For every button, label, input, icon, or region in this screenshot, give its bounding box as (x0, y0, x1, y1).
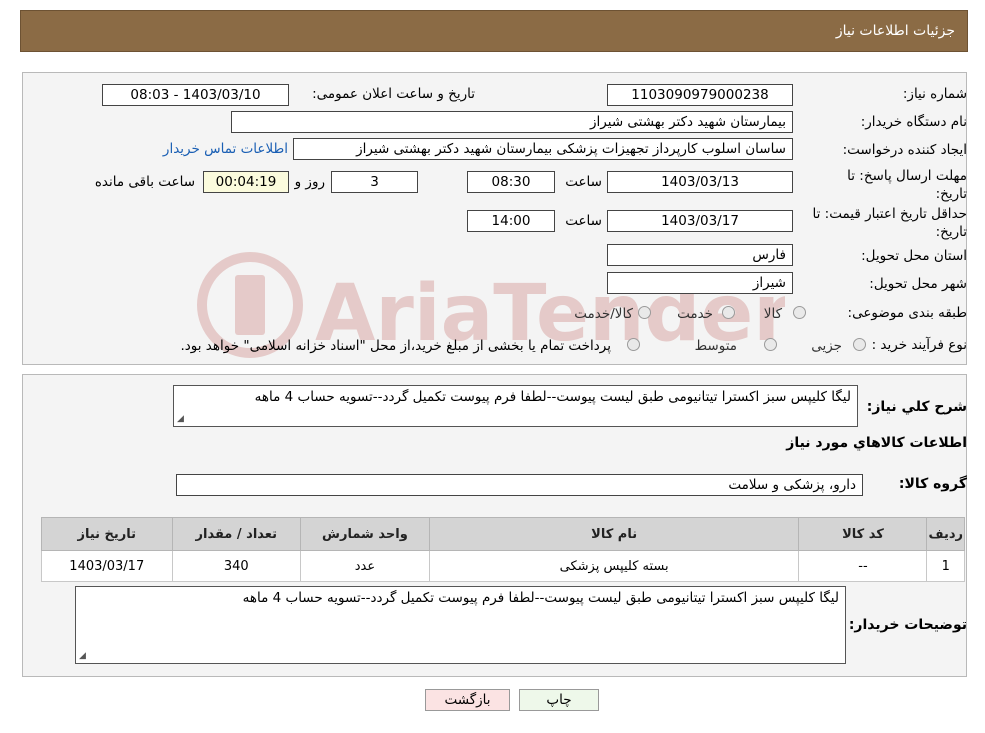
print-button[interactable]: چاپ (519, 689, 599, 711)
process-label: نوع فرآیند خرید : (871, 337, 967, 353)
category-radio-goods-service[interactable] (638, 306, 651, 319)
requester-label: ایجاد کننده درخواست: (842, 142, 967, 158)
remaining-time-label: ساعت باقی مانده (94, 174, 195, 190)
goods-group-label: گروه کالا: (898, 476, 967, 492)
city-field: شیراز (607, 272, 793, 294)
process-treasury-note: پرداخت تمام یا بخشی از مبلغ خرید،از محل … (180, 338, 611, 354)
col-unit-header: واحد شمارش (299, 517, 430, 551)
col-date-header: تاریخ نیاز (41, 517, 173, 551)
price-validity-time: 14:00 (467, 210, 555, 232)
announce-datetime-label: تاریخ و ساعت اعلان عمومی: (312, 86, 475, 102)
reply-deadline-label-2: تاریخ: (935, 186, 967, 202)
reply-deadline-label: مهلت ارسال پاسخ: تا (847, 168, 967, 184)
category-radio-goods[interactable] (793, 306, 806, 319)
price-validity-date: 1403/03/17 (607, 210, 793, 232)
goods-group-field: دارو، پزشکی و سلامت (176, 474, 863, 496)
buyer-contact-link[interactable]: اطلاعات تماس خریدار (163, 141, 288, 157)
need-number-label: شماره نیاز: (902, 86, 967, 102)
resize-grip-icon[interactable]: ◢ (79, 651, 86, 661)
resize-grip-icon[interactable]: ◢ (177, 414, 184, 424)
summary-text: لیگا کلیپس سبز اکسترا تیتانیومی طبق لیست… (254, 389, 851, 405)
buyer-notes-text: لیگا کلیپس سبز اکسترا تیتانیومی طبق لیست… (242, 590, 839, 606)
reply-deadline-time-label: ساعت (565, 174, 602, 190)
process-radio-treasury[interactable] (627, 338, 640, 351)
process-option-minor: جزیی (811, 338, 842, 354)
reply-days-label: روز و (294, 174, 325, 190)
goods-info-title: اطلاعات کالاهاي مورد نياز (786, 435, 967, 451)
process-radio-minor[interactable] (853, 338, 866, 351)
reply-deadline-date: 1403/03/13 (607, 171, 793, 193)
page-header: جزئیات اطلاعات نیاز (20, 10, 968, 52)
price-validity-label-2: تاریخ: (935, 224, 967, 240)
reply-deadline-time: 08:30 (467, 171, 555, 193)
price-validity-label: حداقل تاریخ اعتبار قیمت: تا (812, 206, 967, 222)
goods-table: ردیف کد کالا نام کالا واحد شمارش تعداد /… (41, 517, 965, 582)
page-title: جزئیات اطلاعات نیاز (835, 23, 955, 39)
cell-code: -- (798, 550, 928, 582)
cell-row: 1 (926, 550, 965, 582)
province-field: فارس (607, 244, 793, 266)
process-option-medium: متوسط (694, 338, 737, 354)
need-number-field: 1103090979000238 (607, 84, 793, 106)
category-option-service: خدمت (677, 306, 713, 322)
summary-label: شرح کلي نياز: (866, 399, 967, 415)
goods-table-header: ردیف کد کالا نام کالا واحد شمارش تعداد /… (41, 517, 965, 551)
category-label: طبقه بندی موضوعی: (847, 305, 967, 321)
reply-days-field: 3 (331, 171, 418, 193)
cell-date: 1403/03/17 (41, 550, 173, 582)
buyer-org-label: نام دستگاه خریدار: (860, 114, 967, 130)
remaining-time-field: 00:04:19 (203, 171, 289, 193)
buyer-notes-field: لیگا کلیپس سبز اکسترا تیتانیومی طبق لیست… (75, 586, 846, 664)
cell-name: بسته کلیپس پزشکی (428, 550, 800, 582)
col-name-header: نام کالا (428, 517, 800, 551)
process-radio-medium[interactable] (764, 338, 777, 351)
buyer-org-field: بیمارستان شهید دکتر بهشتی شیراز (231, 111, 793, 133)
summary-field: لیگا کلیپس سبز اکسترا تیتانیومی طبق لیست… (173, 385, 858, 427)
announce-datetime-field: 1403/03/10 - 08:03 (102, 84, 289, 106)
category-option-goods-service: کالا/خدمت (574, 306, 633, 322)
table-row: 1 -- بسته کلیپس پزشکی عدد 340 1403/03/17 (41, 550, 965, 582)
category-option-goods: کالا (763, 306, 782, 322)
city-label: شهر محل تحویل: (869, 276, 967, 292)
category-radio-service[interactable] (722, 306, 735, 319)
col-qty-header: تعداد / مقدار (171, 517, 301, 551)
col-row-header: ردیف (926, 517, 965, 551)
price-validity-time-label: ساعت (565, 213, 602, 229)
back-button[interactable]: بازگشت (425, 689, 510, 711)
cell-unit: عدد (299, 550, 430, 582)
province-label: استان محل تحویل: (861, 248, 967, 264)
requester-field: ساسان اسلوب کارپرداز تجهیزات پزشکی بیمار… (293, 138, 793, 160)
buyer-notes-label: توضیحات خریدار: (848, 617, 967, 633)
col-code-header: کد کالا (798, 517, 928, 551)
cell-qty: 340 (171, 550, 301, 582)
